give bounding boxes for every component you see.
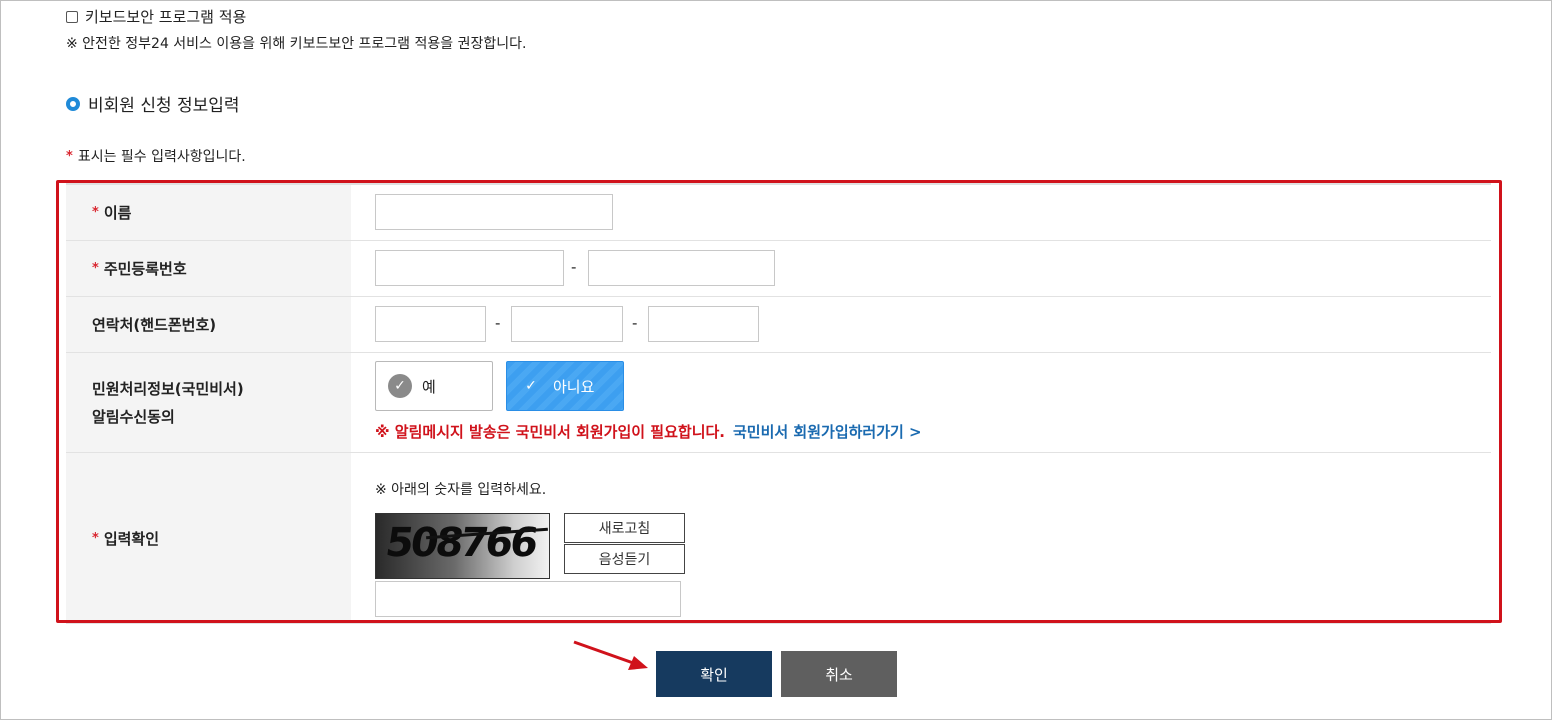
confirm-button[interactable]: 확인 [656,651,772,697]
section-bullet-icon [66,96,80,111]
red-arrow-icon [573,640,648,670]
form-highlight-box [56,180,1502,623]
keyboard-security-row[interactable]: 키보드보안 프로그램 적용 [66,6,246,27]
keyboard-security-checkbox[interactable] [66,10,78,23]
section-title: 비회원 신청 정보입력 [66,91,240,116]
section-title-text: 비회원 신청 정보입력 [88,96,240,116]
keyboard-security-note: ※ 안전한 정부24 서비스 이용을 위해 키보드보안 프로그램 적용을 권장합… [66,36,527,52]
required-note-text: 표시는 필수 입력사항입니다. [77,149,246,165]
required-note: * 표시는 필수 입력사항입니다. [66,146,246,166]
required-asterisk-icon: * [66,148,73,164]
cancel-button[interactable]: 취소 [781,651,897,697]
keyboard-security-label[interactable]: 키보드보안 프로그램 적용 [85,6,246,27]
